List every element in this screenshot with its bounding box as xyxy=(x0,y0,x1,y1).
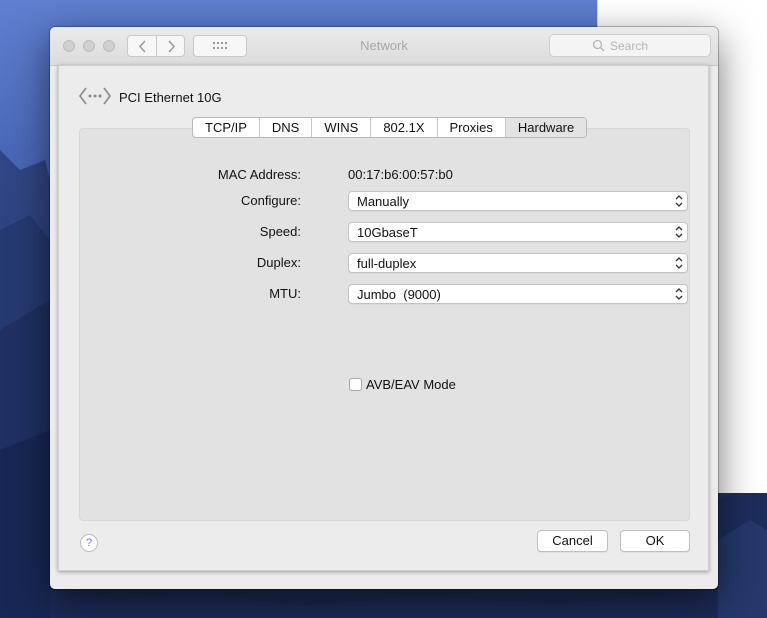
configure-value: Manually xyxy=(357,194,410,209)
speed-popup[interactable]: 10GbaseT xyxy=(348,222,688,242)
up-down-chevron-icon xyxy=(675,226,683,238)
duplex-popup[interactable]: full-duplex xyxy=(348,253,688,273)
title-bar: Network Search xyxy=(50,27,718,66)
up-down-chevron-icon xyxy=(675,195,683,207)
cancel-button[interactable]: Cancel xyxy=(537,530,608,552)
avb-eav-mode-checkbox[interactable] xyxy=(349,378,362,391)
configure-popup[interactable]: Manually xyxy=(348,191,688,211)
speed-value: 10GbaseT xyxy=(357,225,418,240)
duplex-label: Duplex: xyxy=(256,255,301,270)
mtu-popup[interactable]: Jumbo (9000) xyxy=(348,284,688,304)
search-field[interactable]: Search xyxy=(549,34,711,57)
mtu-value: Jumbo (9000) xyxy=(357,287,441,302)
tab-wins[interactable]: WINS xyxy=(312,118,372,137)
tab-proxies[interactable]: Proxies xyxy=(438,118,506,137)
configure-label: Configure: xyxy=(241,193,301,208)
tab-802-1x[interactable]: 802.1X xyxy=(371,118,438,137)
ethernet-icon xyxy=(79,87,111,105)
tab-hardware[interactable]: Hardware xyxy=(505,118,587,137)
mac-address-value: 00:17:b6:00:57:b0 xyxy=(348,167,453,182)
mac-address-label: MAC Address: xyxy=(217,167,301,182)
search-icon xyxy=(592,39,605,52)
up-down-chevron-icon xyxy=(675,288,683,300)
duplex-value: full-duplex xyxy=(357,256,417,271)
network-window: Network Search PCI Ethernet 10G MAC Addr… xyxy=(50,27,718,589)
tab-content-panel: MAC Address: 00:17:b6:00:57:b0 Configure… xyxy=(79,128,690,521)
up-down-chevron-icon xyxy=(675,257,683,269)
tab-dns[interactable]: DNS xyxy=(260,118,313,137)
interface-name: PCI Ethernet 10G xyxy=(119,90,222,105)
mtu-label: MTU: xyxy=(269,286,301,301)
settings-tab-bar: TCP/IP DNS WINS 802.1X Proxies Hardware xyxy=(192,117,588,138)
tab-tcp-ip[interactable]: TCP/IP xyxy=(193,118,260,137)
avb-eav-mode-label[interactable]: AVB/EAV Mode xyxy=(366,377,456,392)
help-button[interactable]: ? xyxy=(80,534,98,552)
search-placeholder: Search xyxy=(610,39,649,53)
speed-label: Speed: xyxy=(259,224,301,239)
hardware-settings-sheet: PCI Ethernet 10G MAC Address: 00:17:b6:0… xyxy=(58,65,709,571)
ok-button[interactable]: OK xyxy=(620,530,690,552)
